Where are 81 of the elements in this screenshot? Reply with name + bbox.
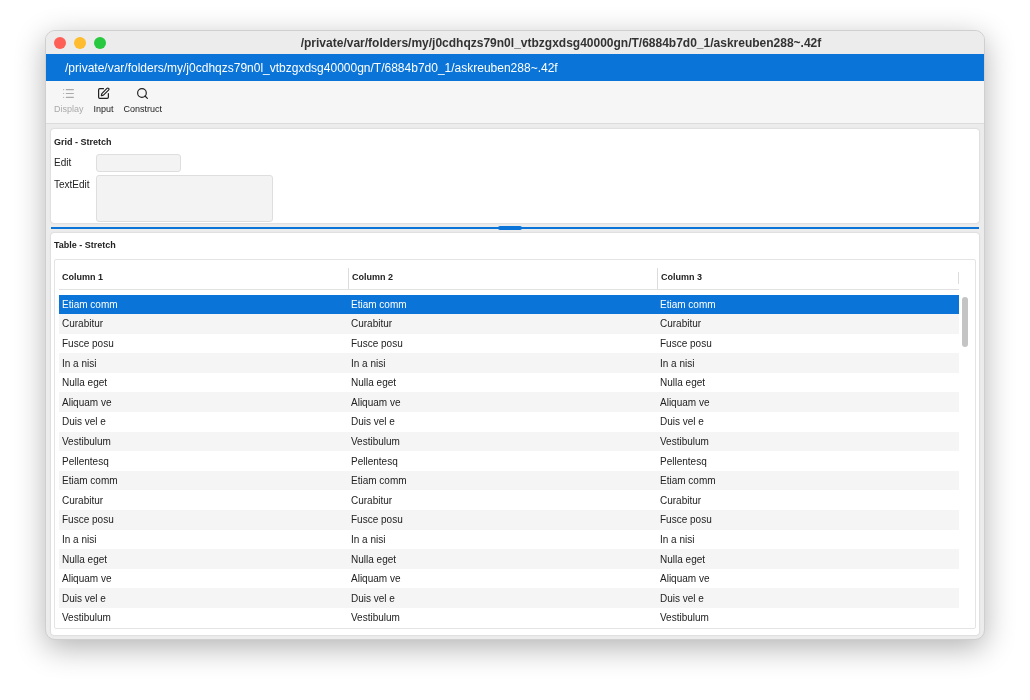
field-label: Edit [54,156,73,170]
table-cell-text: Duis vel e [61,415,107,430]
edit-icon [97,87,111,100]
table-cell-text: In a nisi [61,356,98,371]
table-cell-text: Fusce posu [659,513,713,528]
table-cell-text: Etiam comm [61,474,119,489]
table-cell-text: Fusce posu [350,337,404,351]
table-row[interactable]: Aliquam ve Aliquam ve Aliquam ve [59,392,959,413]
window-title: /private/var/folders/my/j0cdhqzs79n0l_vtbzgxdsg40000gn/T/6884b7d0_1/askreuben288~.42f [299,34,823,52]
table-cell-text: Pellentesq [659,454,708,469]
table-cell-text: Curabitur [659,493,703,508]
table-cell-text: Nulla eget [659,552,707,567]
list-icon [62,87,76,100]
table-cell-text: Curabitur [61,317,105,332]
minimize-button[interactable] [74,36,86,49]
close-button[interactable] [54,36,66,49]
table-cell-text: Fusce posu [61,513,115,528]
column-header[interactable]: Column 3 [658,271,702,285]
table-cell-text: In a nisi [350,532,387,547]
table-cell-text: Nulla eget [61,376,109,391]
search-icon [136,87,150,100]
table-row[interactable]: In a nisi In a nisi In a nisi [59,353,959,373]
table-cell-text: Etiam comm [659,474,717,489]
section-title: Table - Stretch [54,239,117,252]
table-cell-text: Aliquam ve [61,395,113,410]
field-label: TextEdit [54,177,91,192]
table-cell-text: Nulla eget [350,552,398,567]
table-cell-text: Vestibulum [659,434,710,449]
column-header[interactable]: Column 2 [349,271,393,285]
table-cell-text: Aliquam ve [350,572,402,587]
textedit-field[interactable] [96,174,273,222]
table-cell-text: Fusce posu [659,337,713,351]
zoom-button[interactable] [94,36,106,49]
table-row[interactable]: Curabitur Curabitur Curabitur [59,314,959,334]
edit-field[interactable] [96,153,181,172]
table-cell-text: Curabitur [350,317,394,332]
table-cell-text: Duis vel e [350,591,396,606]
table-cell-text: Etiam comm [659,297,717,312]
column-header[interactable]: Column 1 [59,271,103,285]
table-cell-text: Duis vel e [659,415,705,430]
table-cell-text: Aliquam ve [350,395,402,410]
table-cell-text: In a nisi [659,356,696,371]
table-cell-text: Curabitur [61,493,105,508]
toolbar-button[interactable]: Construct [121,87,165,117]
table-row[interactable]: Vestibulum Vestibulum Vestibulum [59,431,959,452]
table-cell-text: In a nisi [61,532,98,547]
table-row[interactable]: Etiam comm Etiam comm Etiam comm [59,294,959,315]
table-cell-text: Fusce posu [61,337,115,351]
splitter-handle[interactable] [498,226,522,230]
table-row[interactable]: Fusce posu Fusce posu Fusce posu [59,510,959,530]
section-title: Grid - Stretch [54,136,113,149]
table-cell-text: Pellentesq [350,454,399,469]
table-cell-text: Curabitur [659,317,703,332]
toolbar-button[interactable]: Input [91,87,116,117]
path-text: /private/var/folders/my/j0cdhqzs79n0l_vtbzgxdsg40000gn/T/6884b7d0_1/askreuben288~.42f [65,59,558,77]
table-cell-text: Fusce posu [350,513,404,528]
table-row[interactable]: Etiam comm Etiam comm Etiam comm [59,470,959,491]
table-cell-text: Pellentesq [61,454,110,469]
table-row[interactable]: Nulla eget Nulla eget Nulla eget [59,549,959,569]
table-cell-text: Nulla eget [61,552,109,567]
table-cell-text: Vestibulum [659,611,710,626]
table-cell-text: Nulla eget [659,376,707,391]
table-cell-text: Aliquam ve [659,572,711,587]
table-cell-text: Vestibulum [61,434,112,449]
table-cell-text: In a nisi [659,532,696,547]
table-cell-text: Curabitur [350,493,394,508]
table-cell-text: Aliquam ve [659,395,711,410]
table-cell-text: Vestibulum [61,611,112,626]
table-cell-text: In a nisi [350,356,387,371]
table-cell-text: Duis vel e [350,415,396,430]
table-cell-text: Duis vel e [61,591,107,606]
table-cell-text: Vestibulum [350,611,401,626]
table-cell-text: Duis vel e [659,591,705,606]
table-cell-text: Aliquam ve [61,572,113,587]
table-row[interactable]: Duis vel e Duis vel e Duis vel e [59,588,959,608]
table-cell-text: Etiam comm [61,297,119,312]
table-cell-text: Nulla eget [350,376,398,391]
table-cell-text: Etiam comm [350,474,408,489]
table-cell-text: Vestibulum [350,434,401,449]
table-cell-text: Etiam comm [350,297,408,312]
scrollbar-thumb[interactable] [962,296,968,347]
